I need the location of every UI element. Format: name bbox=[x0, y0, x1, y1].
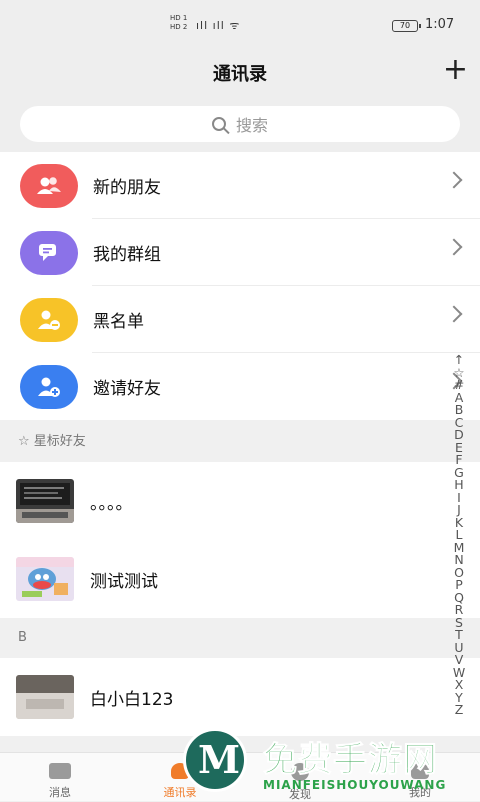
search-icon bbox=[211, 117, 226, 131]
battery-level: 70 bbox=[399, 21, 411, 30]
chevron-right-icon bbox=[445, 238, 463, 256]
contact-row[interactable]: 测试测试 bbox=[0, 540, 480, 618]
function-menu: 新的朋友 我的群组 黑名单 邀请好友 bbox=[0, 152, 480, 420]
avatar bbox=[16, 675, 74, 719]
contact-name: 。。。。 bbox=[90, 493, 133, 514]
sim1-label: HD 1 bbox=[170, 14, 188, 22]
chevron-right-icon bbox=[445, 305, 463, 323]
menu-item-my-groups[interactable]: 我的群组 bbox=[0, 219, 480, 286]
watermark-logo: M bbox=[183, 728, 247, 792]
tab-label: 消息 bbox=[49, 786, 71, 799]
clock: 1:07 bbox=[425, 17, 455, 32]
search-input[interactable]: 搜索 bbox=[20, 106, 460, 142]
menu-label: 邀请好友 bbox=[93, 379, 161, 399]
menu-item-blacklist[interactable]: 黑名单 bbox=[0, 286, 480, 353]
tab-messages[interactable]: 消息 bbox=[0, 753, 120, 801]
avatar bbox=[16, 557, 74, 601]
person-plus-icon bbox=[20, 364, 78, 409]
watermark-text: 免费手游网 bbox=[263, 740, 438, 781]
menu-item-invite-friends[interactable]: 邀请好友 bbox=[0, 353, 480, 420]
page-title: 通讯录 bbox=[213, 64, 267, 85]
status-bar: HD 1 HD 2 ıll ıll ᯤ 70 1:07 bbox=[0, 0, 480, 52]
contact-row[interactable]: 。。。。 bbox=[0, 462, 480, 540]
avatar bbox=[16, 479, 74, 523]
header: 通讯录 + bbox=[0, 52, 480, 96]
people-icon bbox=[20, 163, 78, 208]
plus-icon[interactable]: + bbox=[443, 54, 468, 86]
index-letter[interactable]: Z bbox=[452, 703, 466, 717]
menu-label: 新的朋友 bbox=[93, 178, 161, 198]
battery-icon: 70 bbox=[392, 20, 421, 32]
signal-icon: ıll ıll ᯤ bbox=[196, 19, 241, 32]
chevron-right-icon bbox=[445, 171, 463, 189]
sim2-label: HD 2 bbox=[170, 23, 188, 31]
watermark-subtext: MIANFEISHOUYOUWANG bbox=[263, 778, 447, 792]
section-header-b: B bbox=[0, 618, 480, 658]
sim-indicators: HD 1 HD 2 bbox=[170, 14, 187, 32]
alphabet-index[interactable]: ↑ ☆ # A B C D E F G H I J K L M N O P Q R S T U V W X Y Z bbox=[452, 353, 466, 717]
menu-item-new-friends[interactable]: 新的朋友 bbox=[0, 152, 480, 219]
contact-name: 测试测试 bbox=[90, 571, 158, 592]
menu-label: 黑名单 bbox=[93, 312, 144, 332]
watermark: M 免费手游网 MIANFEISHOUYOUWANG bbox=[183, 724, 473, 800]
menu-label: 我的群组 bbox=[93, 245, 161, 265]
person-minus-icon bbox=[20, 297, 78, 342]
search-placeholder: 搜索 bbox=[235, 116, 268, 135]
chat-bubble-icon bbox=[20, 230, 78, 275]
section-header-starred: ☆ 星标好友 bbox=[0, 422, 480, 462]
search-bar: 搜索 bbox=[0, 96, 480, 152]
contact-name: 白小白123 bbox=[90, 689, 174, 710]
message-icon bbox=[49, 763, 71, 779]
